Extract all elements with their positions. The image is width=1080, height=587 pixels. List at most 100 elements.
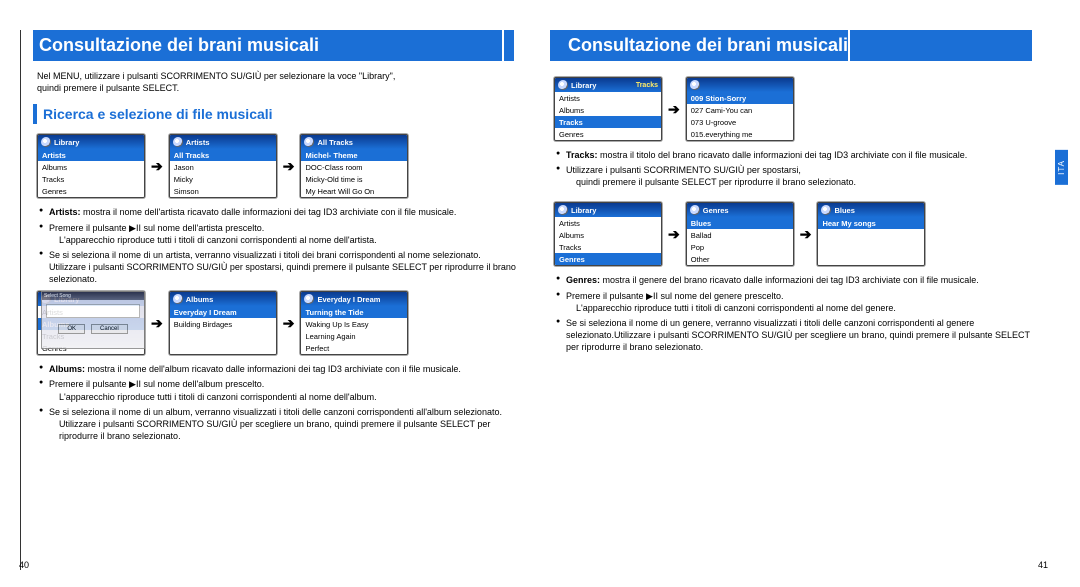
screen-library-1: Library Artists Albums Tracks Genres — [37, 134, 145, 198]
page-41: Consultazione dei brani musicali Library… — [550, 30, 1050, 570]
bullet-text: Se si seleziona il nome di un artista, v… — [39, 249, 520, 285]
bullet-text: Utilizzare i pulsanti SCORRIMENTO SU/GIÙ… — [556, 164, 1038, 188]
list-item: All Tracks — [170, 149, 276, 161]
screen-title: Genres — [703, 206, 790, 215]
page-number-right: 41 — [1038, 560, 1048, 570]
arrow-icon: ➔ — [151, 158, 163, 175]
bullet-sub: L'apparecchio riproduce tutti i titoli d… — [566, 302, 1038, 314]
language-tab: ITA — [1055, 150, 1068, 185]
list-item: Artists — [555, 92, 661, 104]
list-item: 009 Stion-Sorry — [687, 92, 793, 104]
screen-artists: Artists All Tracks Jason Micky Simson — [169, 134, 277, 198]
screen-title: Blues — [834, 206, 921, 215]
bullet-text: Genres: mostra il genere del brano ricav… — [556, 274, 1038, 286]
bullet-text: Artists: Artists: mostra il nome dell'ar… — [39, 206, 520, 218]
list-item: Artists — [38, 149, 144, 161]
artists-bullets: Artists: Artists: mostra il nome dell'ar… — [39, 206, 520, 285]
screen-albums: Albums Everyday I Dream Building Birdage… — [169, 291, 277, 355]
arrow-icon: ➔ — [800, 226, 812, 243]
list-item: Other — [687, 253, 793, 265]
screen-tracks-list: 009 Stion-Sorry 027 Cami-You can 073 U-g… — [686, 77, 794, 141]
screen-title: Albums — [186, 295, 273, 304]
screens-row-albums: Select Song OK Cancel Library Artists Al… — [37, 291, 520, 355]
header-text: Consultazione dei brani musicali — [39, 35, 319, 55]
bullet-text: Albums: mostra il nome dell'album ricava… — [39, 363, 520, 375]
list-item: Simson — [170, 185, 276, 197]
list-item: Blues — [687, 217, 793, 229]
screen-library-3: LibraryTracks Artists Albums Tracks Genr… — [554, 77, 662, 141]
list-item: Tracks — [555, 116, 661, 128]
arrow-icon: ➔ — [283, 315, 295, 332]
bullet-sub: quindi premere il pulsante SELECT per ri… — [566, 176, 1038, 188]
list-item: 073 U-groove — [687, 116, 793, 128]
arrow-icon: ➔ — [668, 226, 680, 243]
bullet-text: Premere il pulsante ▶II sul nome del gen… — [556, 290, 1038, 314]
list-item: Turning the Tide — [301, 306, 407, 318]
list-item: DOC-Class room — [301, 161, 407, 173]
list-item: 027 Cami-You can — [687, 104, 793, 116]
screen-title: Library — [54, 138, 141, 147]
bullet-text: Premere il pulsante ▶II sul nome dell'al… — [39, 378, 520, 402]
genres-bullets: Genres: mostra il genere del brano ricav… — [556, 274, 1038, 353]
intro-line-2: quindi premere il pulsante SELECT. — [37, 83, 179, 93]
list-item: Genres — [555, 128, 661, 140]
screen-blues: Blues Hear My songs — [817, 202, 925, 266]
list-item: Michel- Theme — [301, 149, 407, 161]
bullet-text: Se si seleziona il nome di un genere, ve… — [556, 317, 1038, 353]
list-item: Micky — [170, 173, 276, 185]
list-item: Pop — [687, 241, 793, 253]
screen-title: Library — [571, 81, 636, 90]
subhead-text: Ricerca e selezione di file musicali — [43, 106, 273, 122]
list-item: Learning Again — [301, 330, 407, 342]
screen-title-right: Tracks — [636, 82, 658, 89]
screen-genres: Genres Blues Ballad Pop Other — [686, 202, 794, 266]
list-item: Tracks — [38, 173, 144, 185]
albums-bullets: Albums: mostra il nome dell'album ricava… — [39, 363, 520, 442]
screen-title: All Tracks — [317, 138, 404, 147]
list-item: Micky-Old time is — [301, 173, 407, 185]
bullet-sub: L'apparecchio riproduce tutti i titoli d… — [49, 391, 520, 403]
list-item: Jason — [170, 161, 276, 173]
dialog-title: Select Song — [42, 292, 144, 300]
arrow-icon: ➔ — [151, 315, 163, 332]
header-text: Consultazione dei brani musicali — [568, 35, 848, 55]
screens-row-tracks: LibraryTracks Artists Albums Tracks Genr… — [554, 77, 1038, 141]
bullet-text: Se si seleziona il nome di un album, ver… — [39, 406, 520, 442]
section-header-right: Consultazione dei brani musicali — [550, 30, 1038, 61]
dialog-overlay: Select Song OK Cancel — [41, 291, 145, 349]
list-item: Albums — [555, 104, 661, 116]
list-item: Tracks — [555, 241, 661, 253]
page-40: Consultazione dei brani musicali Nel MEN… — [20, 30, 520, 570]
list-item: Hear My songs — [818, 217, 924, 229]
screen-library-4: Library Artists Albums Tracks Genres — [554, 202, 662, 266]
tracks-bullets: Tracks: mostra il titolo del brano ricav… — [556, 149, 1038, 188]
subheading-search: Ricerca e selezione di file musicali — [33, 104, 520, 124]
list-item: Waking Up Is Easy — [301, 318, 407, 330]
list-item: Everyday I Dream — [170, 306, 276, 318]
page-number-left: 40 — [19, 560, 29, 570]
bullet-text: Premere il pulsante ▶II sul nome dell'ar… — [39, 222, 520, 246]
list-item: Albums — [555, 229, 661, 241]
list-item: Artists — [555, 217, 661, 229]
screen-title: Everyday I Dream — [317, 295, 404, 304]
list-item: 015.everything me — [687, 128, 793, 140]
screen-alltracks: All Tracks Michel- Theme DOC-Class room … — [300, 134, 408, 198]
list-item: Building Birdages — [170, 318, 276, 330]
list-item: Ballad — [687, 229, 793, 241]
screens-row-artists: Library Artists Albums Tracks Genres ➔ A… — [37, 134, 520, 198]
section-header-left: Consultazione dei brani musicali — [33, 30, 520, 61]
screen-title: Artists — [186, 138, 273, 147]
arrow-icon: ➔ — [283, 158, 295, 175]
arrow-icon: ➔ — [668, 101, 680, 118]
ok-button[interactable]: OK — [58, 324, 85, 334]
list-item: Perfect — [301, 342, 407, 354]
screen-title: Library — [571, 206, 658, 215]
bullet-sub: Utilizzare i pulsanti SCORRIMENTO SU/GIÙ… — [49, 418, 520, 442]
bullet-sub: L'apparecchio riproduce tutti i titoli d… — [49, 234, 520, 246]
cancel-button[interactable]: Cancel — [91, 324, 128, 334]
list-item: My Heart Will Go On — [301, 185, 407, 197]
list-item: Genres — [38, 185, 144, 197]
screen-everyday: Everyday I Dream Turning the Tide Waking… — [300, 291, 408, 355]
list-item: Genres — [555, 253, 661, 265]
screens-row-genres: Library Artists Albums Tracks Genres ➔ G… — [554, 202, 1038, 266]
